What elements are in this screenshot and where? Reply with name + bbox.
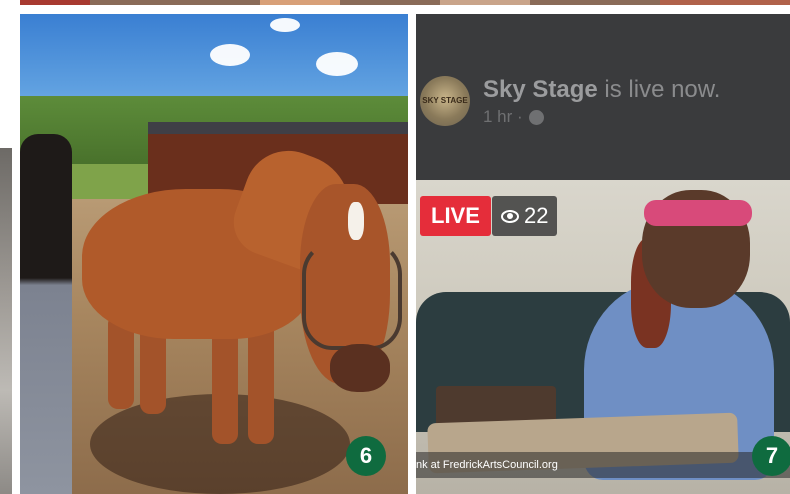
timestamp[interactable]: 1 hr · (483, 107, 523, 127)
horse-halter (302, 242, 402, 350)
viewer-count-badge: 22 (492, 196, 558, 236)
post-title: Sky Stage is live now. (483, 76, 720, 104)
page-name-link[interactable]: Sky Stage (483, 76, 598, 103)
globe-icon (528, 109, 544, 125)
live-badge: LIVE (420, 196, 491, 236)
facebook-live-tile[interactable]: SKY STAGE Sky Stage is live now. 1 hr · … (416, 14, 790, 494)
viewer-count: 22 (524, 203, 549, 228)
video-caption: nk at FredrickArtsCouncil.org (416, 452, 790, 478)
page-avatar[interactable]: SKY STAGE (420, 76, 470, 126)
post-meta: 1 hr · (483, 107, 544, 127)
previous-row-strip (20, 0, 790, 5)
cloud (316, 52, 358, 76)
live-status-text: is live now. (604, 76, 721, 103)
photo-tile-horse[interactable]: 6 (20, 14, 408, 494)
avatar-text: SKY STAGE (422, 96, 468, 105)
number-badge: 6 (346, 436, 386, 476)
cloud (210, 44, 250, 66)
person-partial (20, 134, 72, 494)
post-header: SKY STAGE Sky Stage is live now. 1 hr · (416, 14, 790, 180)
horse-muzzle (330, 344, 390, 392)
eye-icon (501, 209, 519, 223)
cloud (270, 18, 300, 32)
performer-headband (644, 200, 752, 226)
number-badge: 7 (752, 436, 790, 476)
horse-blaze (348, 202, 364, 240)
partial-photo-left (0, 148, 12, 494)
